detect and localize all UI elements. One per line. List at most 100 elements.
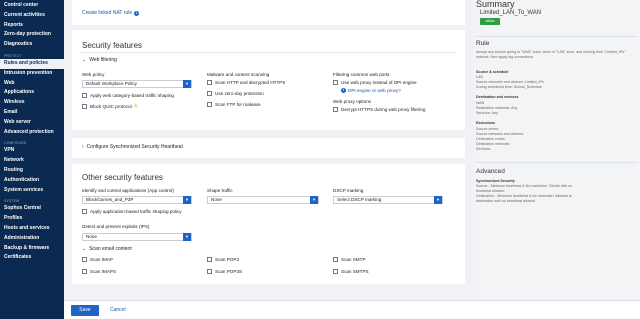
scan-pop3s-label: Scan POP3S (215, 269, 243, 274)
scan-pop3s-checkbox[interactable]: Scan POP3S (207, 269, 242, 274)
checkbox-box[interactable] (82, 257, 87, 262)
sidebar-item-diagnostics[interactable]: Diagnostics (0, 40, 64, 50)
exclusion-line: Services: (476, 147, 491, 151)
sidebar-item-applications[interactable]: Applications (0, 88, 64, 98)
dpi-engine-link[interactable]: DPI engine or web proxy? (348, 88, 401, 93)
heartbeat-card: › Configure Synchronized Security Heartb… (72, 138, 465, 158)
main-panel: Create linked NAT rule i Security featur… (72, 0, 472, 319)
web-policy-select[interactable]: Default Workplace Policy ▼ (82, 80, 192, 88)
checkbox-box[interactable] (333, 269, 338, 274)
scan-imap-checkbox[interactable]: Scan IMAP (82, 257, 113, 262)
ips-select[interactable]: None ▼ (82, 233, 192, 241)
shape-traffic-select[interactable]: None ▼ (207, 196, 319, 204)
checkbox-box[interactable] (207, 269, 212, 274)
checkbox-box[interactable] (207, 91, 212, 96)
chevron-down-icon: ⌄ (82, 57, 87, 63)
sidebar-item-web-server[interactable]: Web server (0, 118, 64, 128)
source-heading: Source & schedule (476, 70, 509, 74)
sidebar-item-certificates[interactable]: Certificates (0, 253, 64, 263)
checkbox-box[interactable] (207, 80, 212, 85)
checkbox-box[interactable] (333, 257, 338, 262)
checkbox-box[interactable] (82, 93, 87, 98)
dscp-value: Select DSCP marking (337, 197, 382, 202)
zero-day-checkbox[interactable]: Use zero-day protection (207, 91, 264, 96)
chevron-down-icon: ▼ (183, 80, 191, 88)
sidebar-item-intrusion[interactable]: Intrusion prevention (0, 69, 64, 79)
save-button[interactable]: Save (71, 305, 99, 316)
scan-ftp-checkbox[interactable]: Scan FTP for malware (207, 102, 261, 107)
shape-traffic-label: Shape traffic (207, 188, 233, 193)
sidebar-item-sophos-central[interactable]: Sophos Central (0, 204, 64, 214)
source-line: During scheduled time: School_Schedule (476, 85, 542, 89)
warning-icon: ⚠ (133, 103, 139, 109)
nat-card: Create linked NAT rule i (72, 0, 465, 25)
checkbox-box[interactable] (207, 257, 212, 262)
apply-web-category-checkbox[interactable]: Apply web category-based traffic shaping (82, 93, 174, 98)
dscp-select[interactable]: Select DSCP marking ▼ (333, 196, 443, 204)
checkbox-box[interactable] (82, 209, 87, 214)
sync-heading: Synchronized Security (476, 179, 515, 183)
checkbox-box[interactable] (207, 102, 212, 107)
scan-smtp-checkbox[interactable]: Scan SMTP (333, 257, 366, 262)
sidebar-item-profiles[interactable]: Profiles (0, 214, 64, 224)
scan-email-toggle[interactable]: ⌄ Scan email content (82, 246, 132, 252)
create-nat-rule-link[interactable]: Create linked NAT rule (82, 10, 132, 16)
summary-panel: Summary Limited_LAN_To_WAN Allow Rule Ac… (474, 0, 640, 300)
sidebar-item-system-services[interactable]: System services (0, 186, 64, 196)
sidebar-item-rules-policies[interactable]: Rules and policies (0, 58, 64, 69)
chevron-down-icon: ▼ (310, 196, 318, 204)
rule-name: Limited_LAN_To_WAN (480, 10, 542, 16)
sidebar-item-hosts-services[interactable]: Hosts and services (0, 224, 64, 234)
info-icon[interactable]: i (134, 10, 140, 16)
sidebar-item-control-center[interactable]: Control center (0, 1, 64, 11)
sidebar-group-system: SYSTEM (4, 199, 20, 204)
sidebar-item-current-activities[interactable]: Current activities (0, 11, 64, 21)
scan-imaps-checkbox[interactable]: Scan IMAPS (82, 269, 116, 274)
app-control-value: BlockGames_and_P2P (86, 197, 134, 202)
sidebar-item-wireless[interactable]: Wireless (0, 98, 64, 108)
sidebar-item-reports[interactable]: Reports (0, 21, 64, 31)
info-icon: i (341, 88, 346, 93)
zero-day-label: Use zero-day protection (215, 91, 264, 96)
sidebar-item-administration[interactable]: Administration (0, 234, 64, 244)
sidebar-item-email[interactable]: Email (0, 108, 64, 118)
status-badge: Allow (480, 18, 500, 25)
security-features-title: Security features (82, 41, 143, 50)
scan-pop3-checkbox[interactable]: Scan POP3 (207, 257, 239, 262)
block-quic-checkbox[interactable]: Block QUIC protocol ⚠ (82, 103, 138, 109)
sidebar-item-advanced-protection[interactable]: Advanced protection (0, 128, 64, 138)
sidebar-item-routing[interactable]: Routing (0, 166, 64, 176)
sidebar-item-zero-day[interactable]: Zero-day protection (0, 30, 64, 40)
checkbox-box[interactable] (82, 269, 87, 274)
sidebar-item-web[interactable]: Web (0, 79, 64, 89)
chevron-down-icon: ▼ (434, 196, 442, 204)
dest-line: Services: Any (476, 111, 498, 115)
scan-email-label: Scan email content (89, 246, 132, 252)
checkbox-box[interactable] (333, 80, 338, 85)
scan-imaps-label: Scan IMAPS (90, 269, 117, 274)
use-web-proxy-checkbox[interactable]: Use web proxy instead of DPI engine (333, 80, 417, 85)
sidebar-item-backup-firmware[interactable]: Backup & firmware (0, 244, 64, 254)
sidebar-item-authentication[interactable]: Authentication (0, 176, 64, 186)
checkbox-box[interactable] (82, 103, 87, 109)
sidebar-item-vpn[interactable]: VPN (0, 146, 64, 156)
web-filtering-label: Web filtering (89, 57, 117, 63)
heartbeat-toggle[interactable]: › Configure Synchronized Security Heartb… (82, 144, 183, 150)
sync-line: destination with no heartbeat allowed (476, 199, 536, 203)
sidebar-item-network[interactable]: Network (0, 156, 64, 166)
decrypt-https-checkbox[interactable]: Decrypt HTTPS during web proxy filtering (333, 107, 426, 112)
apply-app-shaping-checkbox[interactable]: Apply application-based traffic shaping … (82, 209, 182, 214)
app-control-select[interactable]: BlockGames_and_P2P ▼ (82, 196, 192, 204)
action-bar: Save Cancel (64, 300, 640, 319)
malware-label: Malware and content scanning (207, 72, 270, 77)
advanced-heading: Advanced (476, 168, 505, 175)
checkbox-box[interactable] (333, 107, 338, 112)
scan-smtps-checkbox[interactable]: Scan SMTPS (333, 269, 369, 274)
cancel-button[interactable]: Cancel (110, 305, 126, 316)
app-control-label: Identify and control applications (App c… (82, 188, 174, 193)
block-quic-label: Block QUIC protocol (90, 103, 132, 109)
sidebar-group-protect: PROTECT (4, 53, 22, 58)
web-filtering-toggle[interactable]: ⌄ Web filtering (82, 57, 117, 63)
scan-http-checkbox[interactable]: Scan HTTP and decrypted HTTPS (207, 80, 285, 85)
divider (80, 52, 457, 53)
